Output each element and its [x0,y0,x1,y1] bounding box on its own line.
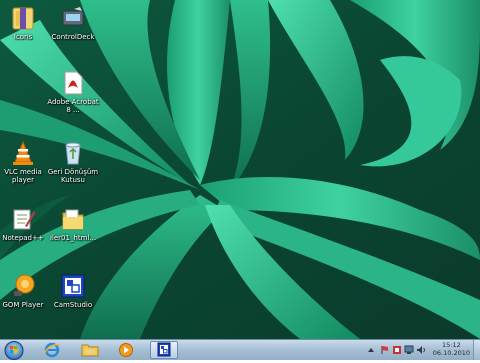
desktop-icon-label: ControlDeck [51,33,95,41]
internet-explorer-icon [43,342,61,358]
network-icon[interactable] [404,345,414,355]
desktop-icon-vlc[interactable]: VLC media player [0,140,50,184]
camstudio-icon [61,274,85,298]
taskbar-ie-button[interactable] [38,341,66,359]
taskbar: 15:12 06.10.2010 [0,339,480,360]
explorer-folder-icon [81,344,99,357]
taskbar-camstudio-button[interactable] [150,341,178,359]
desktop-icon-label: GOM Player [2,301,44,309]
security-icon[interactable] [392,345,402,355]
desktop-icon-gom-player[interactable]: GOM Player [0,273,50,309]
desktop-icon-notepad-plus[interactable]: Notepad++ [0,206,50,242]
desktop-icon-label: Notepad++ [2,234,44,242]
pdf-icon [64,71,83,95]
vlc-icon [13,140,33,165]
taskbar-media-player-button[interactable] [112,341,140,359]
gom-icon [14,274,35,296]
desktop-icon-icons[interactable]: Icons [0,5,50,41]
folder-icon [12,7,34,30]
desktop-icon-iler01-html[interactable]: iler01_html... [46,206,100,242]
desktop-icon-label: CamStudio [53,301,93,309]
start-button[interactable] [3,341,25,360]
volume-icon[interactable] [416,345,426,355]
flag-icon[interactable] [380,345,390,355]
clock-date: 06.10.2010 [432,349,470,357]
desktop-icon-controldeck[interactable]: ControlDeck [46,5,100,41]
desktop-icon-label: iler01_html... [49,234,97,242]
desktop-icon-label: Icons [13,33,33,41]
controldeck-icon [62,7,84,26]
clock-time: 15:12 [442,341,461,349]
system-tray: 15:12 06.10.2010 [362,340,480,360]
desktop-icon-label: Geri Dönüşüm Kutusu [47,168,99,184]
notepad-icon [13,209,35,230]
camstudio-icon [157,342,171,357]
desktop-icon-label: Adobe Acrobat 8 ... [47,98,99,114]
folder-icon [62,209,84,230]
taskbar-explorer-button[interactable] [76,341,104,359]
desktop-icon-recycle-bin[interactable]: Geri Dönüşüm Kutusu [46,140,100,184]
media-player-icon [119,343,133,357]
recycle-bin-icon [65,142,81,165]
show-hidden-icon[interactable] [366,345,376,355]
show-desktop-button[interactable] [473,340,480,360]
taskbar-clock[interactable]: 15:12 06.10.2010 [433,341,470,357]
desktop-icon-adobe-acrobat[interactable]: Adobe Acrobat 8 ... [46,70,100,114]
desktop-icon-camstudio[interactable]: CamStudio [46,273,100,309]
desktop-icon-label: VLC media player [4,168,42,184]
